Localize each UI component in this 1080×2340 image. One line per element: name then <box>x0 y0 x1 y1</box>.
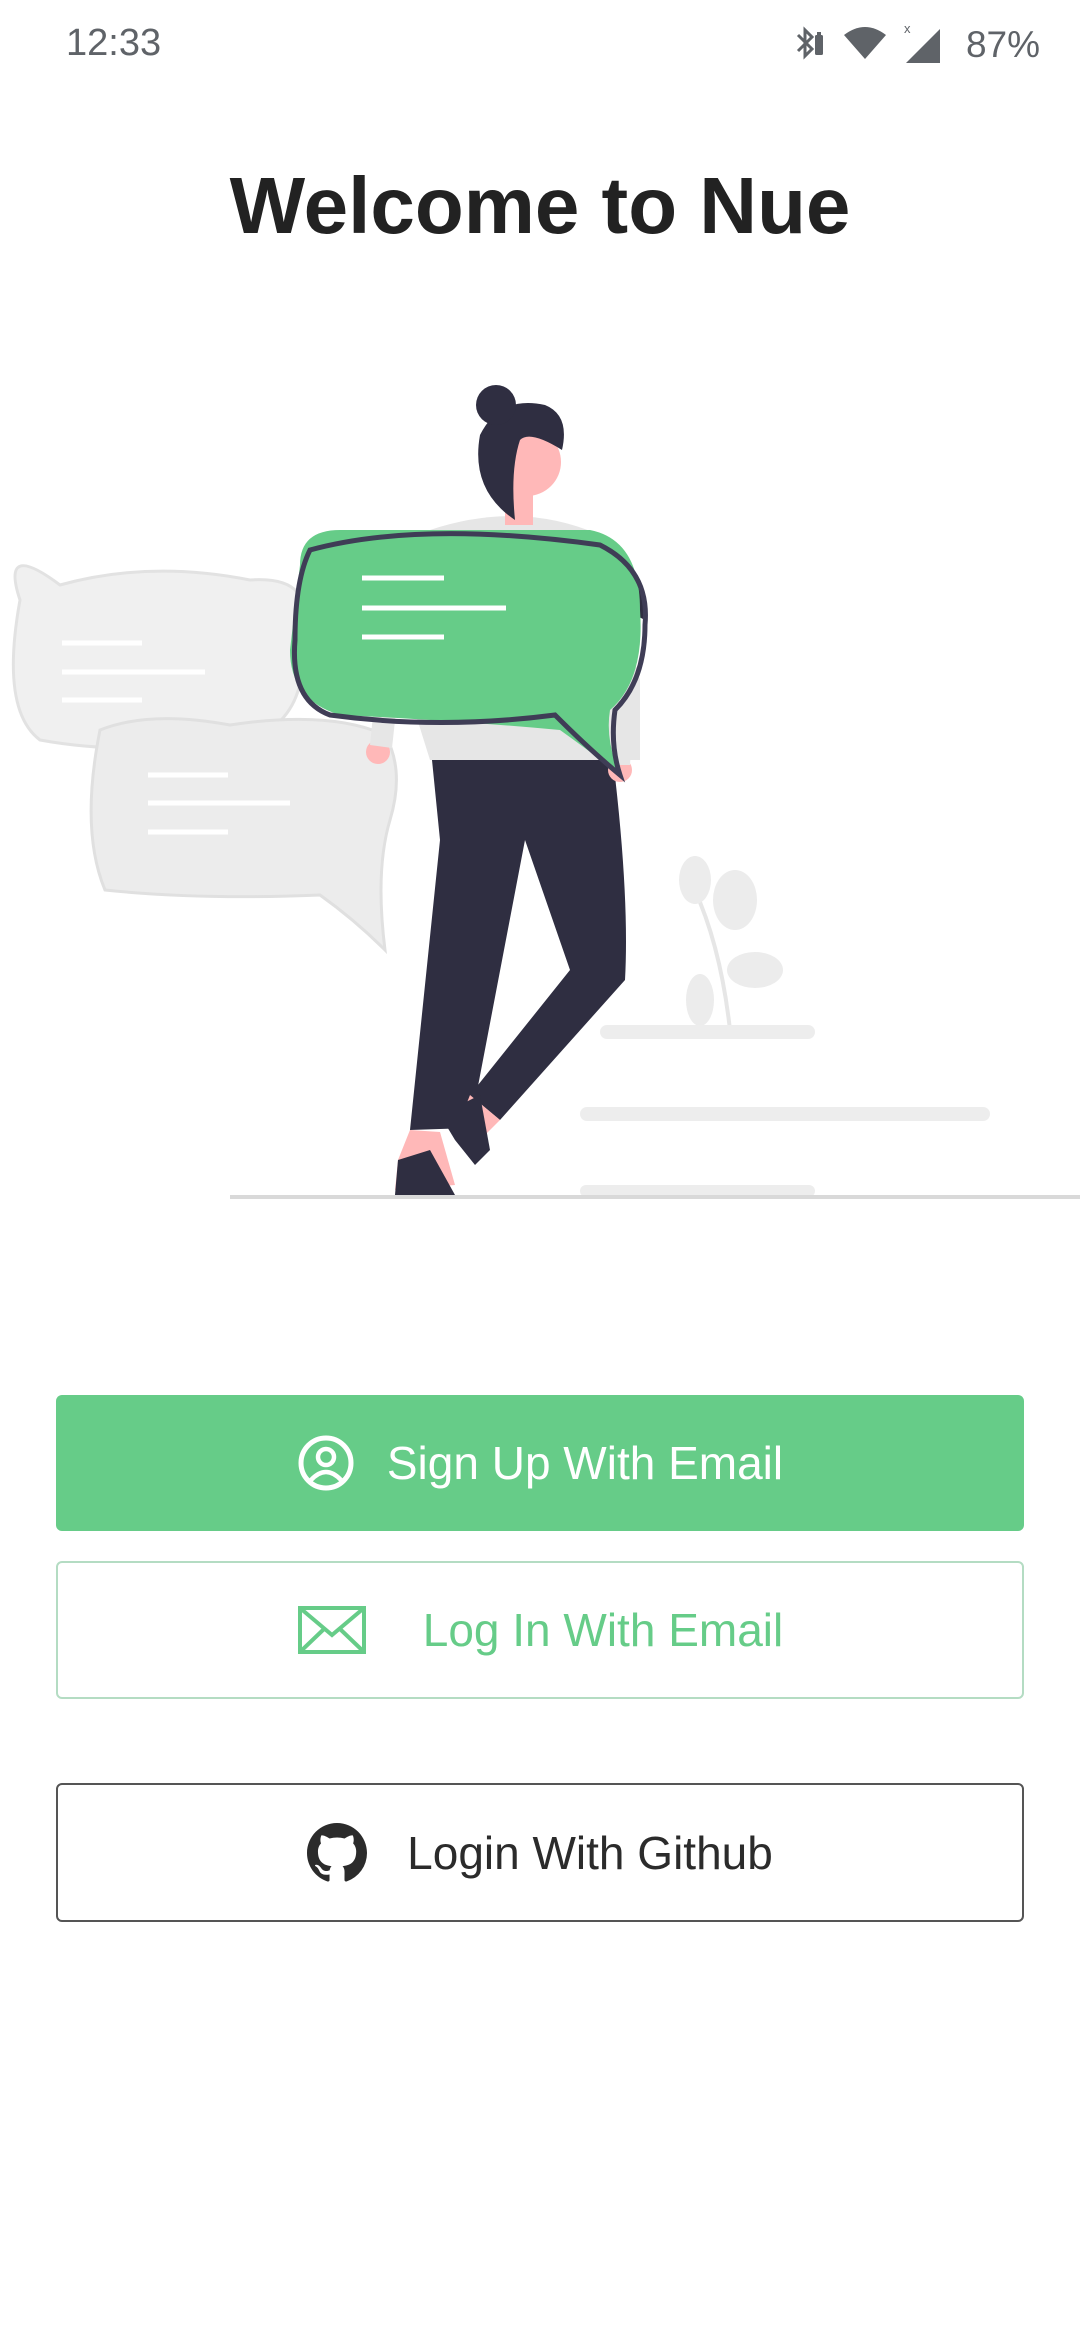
login-email-label: Log In With Email <box>422 1604 784 1656</box>
page-title: Welcome to Nue <box>229 161 851 250</box>
woman-figure <box>366 385 646 1195</box>
status-time: 12:33 <box>66 22 162 64</box>
signup-email-label: Sign Up With Email <box>386 1437 784 1489</box>
bluetooth-icon <box>788 23 828 68</box>
github-login-button[interactable]: Login With Github <box>56 1783 1024 1922</box>
github-login-label: Login With Github <box>407 1826 773 1879</box>
user-circle-icon <box>297 1434 355 1492</box>
svg-text:x: x <box>904 21 911 36</box>
status-icons: x 87% <box>788 20 1040 70</box>
plant-decoration <box>679 856 783 1031</box>
welcome-screen: 12:33 x 87% Welcome to Nue Sign Up With … <box>0 0 1080 2340</box>
background-chat-bubble-2 <box>89 717 398 955</box>
signup-email-button[interactable]: Sign Up With Email <box>56 1395 1024 1531</box>
envelope-icon <box>297 1605 367 1655</box>
wifi-icon <box>842 23 888 68</box>
login-email-button[interactable]: Log In With Email <box>56 1561 1024 1699</box>
github-icon <box>307 1822 368 1883</box>
welcome-illustration <box>0 380 1080 1210</box>
status-bar: 12:33 x 87% <box>0 0 1080 90</box>
battery-percent: 87% <box>965 24 1040 65</box>
cell-signal-icon: x <box>902 21 944 70</box>
